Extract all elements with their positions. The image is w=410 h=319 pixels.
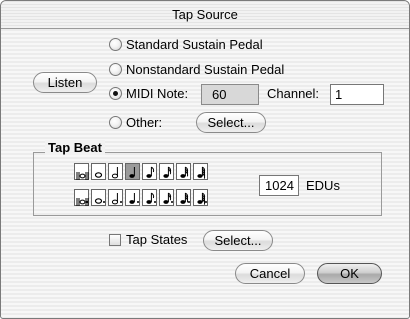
other-label: Other: <box>126 115 163 130</box>
tap-beat-title: Tap Beat <box>45 140 105 155</box>
dialog-title: Tap Source <box>172 7 238 22</box>
dotted-sixty-fourth-note-button[interactable] <box>193 189 208 206</box>
dotted-eighth-note-button[interactable] <box>142 189 157 206</box>
eighth-note-button[interactable] <box>142 163 157 180</box>
edus-field[interactable]: 1024 <box>259 175 299 196</box>
thirty-second-note-button[interactable] <box>176 163 191 180</box>
edus-label: EDUs <box>306 178 340 193</box>
sixteenth-note-button[interactable] <box>159 163 174 180</box>
channel-field[interactable]: 1 <box>330 84 384 105</box>
title-bar: Tap Source <box>1 1 409 29</box>
midi-note-label: MIDI Note: <box>126 86 189 101</box>
nonstandard-sustain-pedal-radio[interactable] <box>109 63 122 76</box>
double-whole-note-button[interactable] <box>74 163 89 180</box>
channel-label: Channel: <box>267 86 320 101</box>
sixty-fourth-note-button[interactable] <box>193 163 208 180</box>
tap-source-dialog: Tap Source Listen Standard Sustain Pedal… <box>0 0 410 319</box>
midi-note-radio[interactable] <box>109 87 122 100</box>
dotted-double-whole-note-button[interactable] <box>74 189 89 206</box>
listen-button[interactable]: Listen <box>33 72 97 93</box>
ok-button[interactable]: OK <box>317 263 382 284</box>
other-select-button[interactable]: Select... <box>196 112 266 133</box>
standard-sustain-pedal-label: Standard Sustain Pedal <box>126 37 263 52</box>
dotted-whole-note-button[interactable] <box>91 189 106 206</box>
tap-states-label: Tap States <box>126 232 188 247</box>
midi-note-field[interactable]: 60 <box>201 84 259 105</box>
dotted-quarter-note-button[interactable] <box>125 189 140 206</box>
half-note-button[interactable] <box>108 163 123 180</box>
quarter-note-button[interactable] <box>125 163 140 180</box>
tap-states-checkbox[interactable] <box>109 234 121 246</box>
other-radio[interactable] <box>109 116 122 129</box>
dotted-thirty-second-note-button[interactable] <box>176 189 191 206</box>
dotted-half-note-button[interactable] <box>108 189 123 206</box>
nonstandard-sustain-pedal-label: Nonstandard Sustain Pedal <box>126 62 285 77</box>
standard-sustain-pedal-radio[interactable] <box>109 38 122 51</box>
whole-note-button[interactable] <box>91 163 106 180</box>
tap-states-select-button[interactable]: Select... <box>203 230 273 251</box>
dotted-sixteenth-note-button[interactable] <box>159 189 174 206</box>
cancel-button[interactable]: Cancel <box>235 263 305 284</box>
